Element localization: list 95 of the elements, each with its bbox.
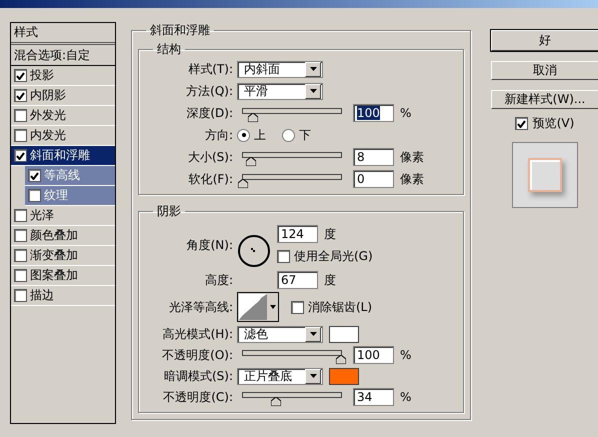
field-label: 高度: [204,272,233,288]
item-label: 外发光 [30,107,66,124]
item-label: 内发光 [30,127,66,144]
unit-label: 像素 [400,170,424,188]
unit-label: 像素 [400,148,424,166]
slider-thumb[interactable] [238,177,248,186]
item-label: 内阴影 [30,87,66,104]
checkbox[interactable] [14,249,27,262]
style-list-item[interactable]: 纹理 [25,186,115,206]
checkbox[interactable] [14,269,27,282]
checkbox[interactable] [14,109,27,122]
number-field[interactable]: 100 [353,346,394,364]
checkbox[interactable] [28,189,41,202]
unit-label: % [400,390,412,404]
style-list-item[interactable]: 描边 [11,286,115,306]
item-label: 纹理 [44,187,68,204]
dialog-button[interactable]: 取消 [491,61,598,80]
slider-thumb[interactable] [336,353,346,362]
number-field[interactable]: 100 [353,104,394,122]
checkbox[interactable] [14,89,27,102]
altitude-field[interactable]: 67 [277,271,318,289]
field-label: 大小(S): [186,148,233,166]
field-label: 不透明度(O): [161,346,233,364]
item-label: 图案叠加 [30,267,78,284]
item-label: 渐变叠加 [30,247,78,264]
style-list-item[interactable]: 内阴影 [11,86,115,106]
highlight-mode-select[interactable]: 滤色 [237,326,323,342]
radio-dot-icon [242,133,246,137]
number-field[interactable]: 34 [353,388,394,406]
angle-field[interactable]: 124 [277,225,318,243]
style-list-item[interactable]: 渐变叠加 [11,246,115,266]
unit-label: % [400,348,412,362]
field-label: 方法(Q): [185,82,233,100]
unit-label: 度 [324,272,336,288]
style-list-item[interactable]: 等高线 [25,166,115,186]
checkbox[interactable] [28,169,41,182]
shadow-mode-select[interactable]: 正片叠底 [237,368,323,384]
checkbox-label: 消除锯齿(L) [308,298,372,316]
field-label: 高光模式(H): [162,326,233,342]
item-label: 斜面和浮雕 [30,147,90,164]
style-list-item[interactable]: 投影 [11,66,115,86]
item-label: 描边 [30,287,54,304]
dialog-button[interactable]: 好 [491,30,598,51]
field-label: 不透明度(C): [162,388,233,406]
dialog-button[interactable]: 新建样式(W)... [491,90,598,109]
field-label: 深度(D): [185,104,233,122]
item-label: 光泽 [30,207,54,224]
checkbox[interactable] [14,69,27,82]
radio-label: 下 [299,126,311,144]
contour-picker[interactable] [237,292,279,322]
field-label: 方向: [204,126,233,144]
radio-button[interactable] [282,128,295,142]
item-label: 等高线 [44,167,80,184]
number-field[interactable]: 0 [353,170,394,188]
checkbox[interactable] [14,209,27,222]
checkbox[interactable] [291,300,304,314]
unit-label: % [400,106,412,120]
slider-thumb[interactable] [271,395,282,404]
group-title: 结构 [156,41,182,58]
style-list-item[interactable]: 颜色叠加 [11,226,115,246]
list-header: 样式 [11,23,115,45]
color-swatch[interactable] [329,326,359,342]
preview-square [528,158,562,192]
checkbox[interactable] [514,117,528,130]
slider-thumb[interactable] [248,111,258,120]
checkbox[interactable] [14,289,27,302]
field-label: 暗调模式(S): [162,368,233,384]
field-label: 角度(N): [186,236,233,254]
blend-options-item[interactable]: 混合选项:自定 [11,45,115,66]
style-list-item[interactable]: 图案叠加 [11,266,115,286]
style-list-item[interactable]: 斜面和浮雕 [11,146,115,166]
radio-button[interactable] [237,128,250,142]
field-label: 样式(T): [187,60,233,78]
color-swatch[interactable] [329,368,359,384]
field-label: 软化(F): [188,170,233,188]
group-title: 阴影 [156,203,182,220]
checkbox[interactable] [14,149,27,162]
technique-select[interactable]: 平滑 [237,82,323,100]
style-select[interactable]: 内斜面 [237,60,323,78]
unit-label: 度 [324,226,336,242]
checkbox-label: 使用全局光(G) [294,248,373,264]
field-label: 光泽等高线: [168,298,233,316]
checkbox[interactable] [277,250,290,262]
checkbox-label: 预览(V) [532,115,574,132]
group-title: 斜面和浮雕 [149,22,211,39]
radio-label: 上 [254,126,266,144]
item-label: 颜色叠加 [30,227,78,244]
style-list-item[interactable]: 外发光 [11,106,115,126]
angle-dial-icon[interactable] [237,234,271,268]
checkbox[interactable] [14,129,27,142]
number-field[interactable]: 8 [353,148,394,166]
style-list-item[interactable]: 光泽 [11,206,115,226]
slider-thumb[interactable] [246,155,256,164]
item-label: 投影 [30,67,54,84]
checkbox[interactable] [14,229,27,242]
